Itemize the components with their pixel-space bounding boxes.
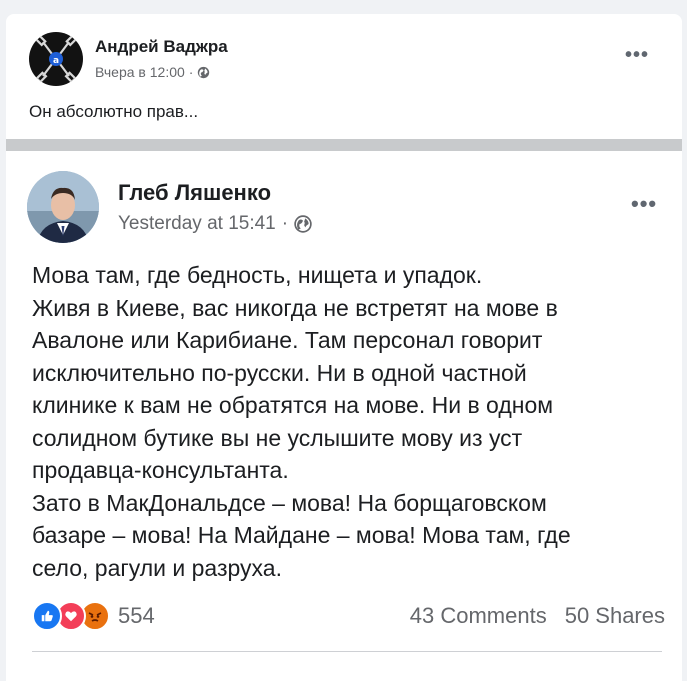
divider bbox=[32, 651, 662, 652]
text-line: клинике к вам не обратятся на мове. Ни в… bbox=[32, 392, 554, 418]
author-photo-icon bbox=[27, 171, 99, 243]
post-menu-button[interactable]: ••• bbox=[631, 191, 657, 217]
text-line: Авалоне или Карибиане. Там персонал гово… bbox=[32, 327, 543, 353]
avatar[interactable] bbox=[27, 171, 99, 243]
text-line: село, рагули и разруха. bbox=[32, 554, 282, 581]
reaction-count[interactable]: 554 bbox=[118, 603, 155, 629]
reactions-summary[interactable]: 554 bbox=[32, 601, 155, 631]
author-logo-icon: a bbox=[34, 34, 78, 84]
post-meta: Вчера в 12:00 · bbox=[95, 64, 210, 80]
post-caption: Он абсолютно прав... bbox=[29, 102, 199, 121]
separator: · bbox=[281, 213, 289, 234]
svg-text:a: a bbox=[53, 56, 59, 66]
post-meta: Yesterday at 15:41 · bbox=[118, 213, 312, 235]
post-text: Мова там, где бедность, нищета и упадок.… bbox=[32, 259, 672, 584]
avatar[interactable]: a bbox=[29, 32, 83, 86]
separator: · bbox=[188, 64, 194, 80]
text-line: исключительно по-русски. Ни в одной част… bbox=[32, 359, 527, 386]
text-line: Зато в МакДональдсе – мова! На борщаговс… bbox=[32, 489, 547, 516]
text-line: Живя в Киеве, вас никогда не встретят на… bbox=[32, 294, 558, 321]
text-line: базаре – мова! На Майдане – мова! Мова т… bbox=[32, 522, 571, 548]
timestamp[interactable]: Yesterday at 15:41 bbox=[118, 213, 276, 235]
text-line: Мова там, где бедность, нищета и упадок. bbox=[32, 262, 483, 288]
text-line: солидном бутике вы не услышите мову из у… bbox=[32, 424, 523, 451]
comments-link[interactable]: 43 Comments bbox=[410, 603, 547, 629]
author-name[interactable]: Глеб Ляшенко bbox=[118, 180, 271, 206]
divider bbox=[6, 139, 682, 151]
globe-icon bbox=[294, 215, 312, 233]
shares-link[interactable]: 50 Shares bbox=[565, 603, 665, 629]
post-card: a Андрей Ваджра Вчера в 12:00 · ••• Он а… bbox=[6, 14, 682, 681]
author-name[interactable]: Андрей Ваджра bbox=[95, 37, 228, 57]
shared-post: Глеб Ляшенко Yesterday at 15:41 · ••• Мо… bbox=[6, 151, 682, 681]
post-menu-button[interactable]: ••• bbox=[625, 44, 649, 67]
post-header: a Андрей Ваджра Вчера в 12:00 · ••• bbox=[29, 32, 669, 92]
timestamp[interactable]: Вчера в 12:00 bbox=[95, 64, 185, 80]
like-icon bbox=[32, 601, 62, 631]
engagement-counts: 43 Comments 50 Shares bbox=[410, 603, 665, 629]
globe-icon bbox=[198, 66, 210, 78]
text-line: продавца-консультанта. bbox=[32, 457, 289, 483]
